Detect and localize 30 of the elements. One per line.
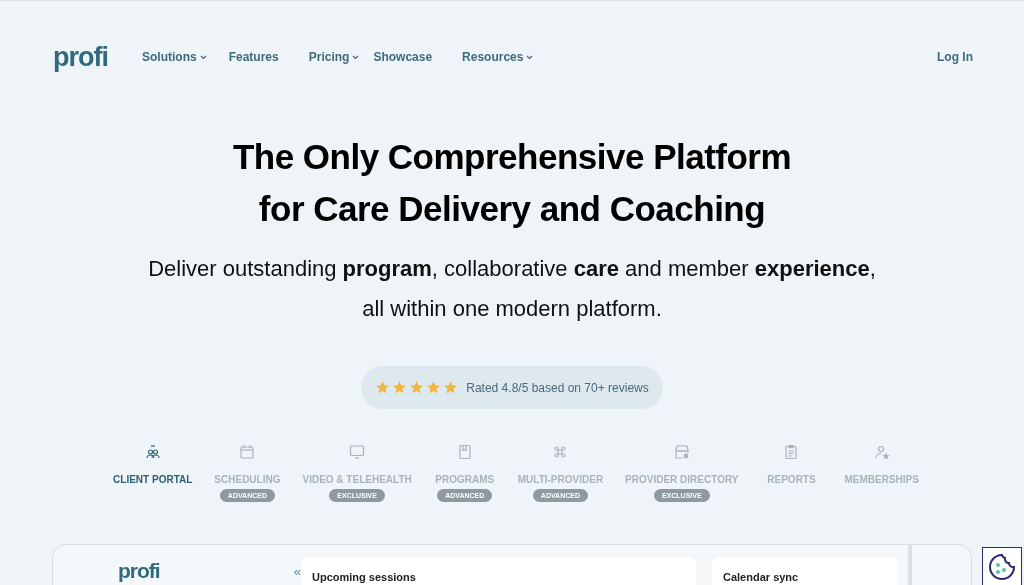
card-title: Calendar sync bbox=[723, 571, 799, 583]
nav-link[interactable]: Solutions bbox=[142, 43, 207, 71]
nav-link[interactable]: Resources bbox=[462, 43, 534, 71]
star-icon bbox=[426, 380, 442, 395]
hero-title: The Only Comprehensive Platform for Care Delivery and Coaching bbox=[232, 136, 792, 230]
logo[interactable]: profi bbox=[53, 43, 108, 71]
monitor-icon bbox=[349, 444, 366, 460]
card-title: Upcoming sessions bbox=[312, 571, 416, 583]
calendar-icon bbox=[239, 444, 256, 460]
command-icon bbox=[552, 444, 569, 460]
cookie-settings-button[interactable] bbox=[982, 547, 1022, 585]
nav-link[interactable]: Features bbox=[228, 43, 279, 71]
star-icon bbox=[375, 380, 391, 395]
clipboard-icon bbox=[783, 444, 800, 460]
collapse-button[interactable]: « bbox=[293, 563, 301, 579]
rating-text: Rated 4.8/5 based on 70+ reviews bbox=[466, 380, 649, 395]
login-link[interactable]: Log In bbox=[937, 43, 973, 71]
star-icon bbox=[392, 380, 408, 395]
store-icon bbox=[673, 444, 690, 460]
star-icon bbox=[443, 380, 459, 395]
nav-link[interactable]: Showcase bbox=[373, 43, 433, 71]
star-icon bbox=[409, 380, 425, 395]
book-icon bbox=[456, 444, 473, 460]
preview-logo: profi bbox=[118, 559, 160, 583]
user-star-icon bbox=[873, 444, 890, 460]
cookie-icon bbox=[987, 552, 1017, 582]
people-icon bbox=[144, 444, 161, 460]
hero-subtitle: Deliver outstanding program, collaborative care and member experience, all within one modern platform. bbox=[148, 255, 876, 323]
feature-tab[interactable]: CLIENT PORTAL bbox=[102, 444, 204, 502]
nav-link[interactable]: Pricing bbox=[308, 43, 360, 71]
